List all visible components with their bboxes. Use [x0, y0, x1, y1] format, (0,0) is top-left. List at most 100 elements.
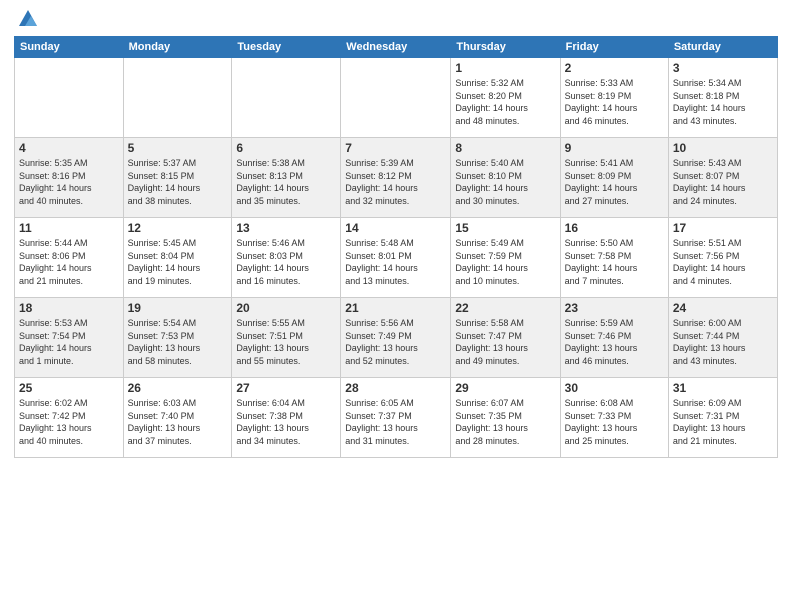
calendar-cell: 12 Sunrise: 5:45 AM Sunset: 8:04 PM Dayli… — [123, 218, 232, 298]
calendar-cell: 4 Sunrise: 5:35 AM Sunset: 8:16 PM Daylig… — [15, 138, 124, 218]
calendar-cell: 6 Sunrise: 5:38 AM Sunset: 8:13 PM Daylig… — [232, 138, 341, 218]
calendar-header-row: SundayMondayTuesdayWednesdayThursdayFrid… — [15, 37, 778, 58]
day-info: Sunrise: 5:56 AM Sunset: 7:49 PM Dayligh… — [345, 317, 446, 367]
day-number: 30 — [565, 381, 664, 395]
day-info: Sunrise: 6:09 AM Sunset: 7:31 PM Dayligh… — [673, 397, 773, 447]
calendar-day-header: Saturday — [668, 37, 777, 58]
calendar-cell: 9 Sunrise: 5:41 AM Sunset: 8:09 PM Daylig… — [560, 138, 668, 218]
day-number: 2 — [565, 61, 664, 75]
calendar-week-row: 18 Sunrise: 5:53 AM Sunset: 7:54 PM Dayli… — [15, 298, 778, 378]
calendar-cell: 17Sunrise: 5:51 AM Sunset: 7:56 PM Dayli… — [668, 218, 777, 298]
day-info: Sunrise: 5:48 AM Sunset: 8:01 PM Dayligh… — [345, 237, 446, 287]
day-info: Sunrise: 5:35 AM Sunset: 8:16 PM Dayligh… — [19, 157, 119, 207]
calendar-cell: 13 Sunrise: 5:46 AM Sunset: 8:03 PM Dayli… — [232, 218, 341, 298]
calendar-week-row: 11 Sunrise: 5:44 AM Sunset: 8:06 PM Dayli… — [15, 218, 778, 298]
calendar-cell: 24 Sunrise: 6:00 AM Sunset: 7:44 PM Dayli… — [668, 298, 777, 378]
day-number: 22 — [455, 301, 555, 315]
day-info: Sunrise: 6:05 AM Sunset: 7:37 PM Dayligh… — [345, 397, 446, 447]
day-number: 7 — [345, 141, 446, 155]
page-container: SundayMondayTuesdayWednesdayThursdayFrid… — [0, 0, 792, 612]
day-number: 3 — [673, 61, 773, 75]
day-number: 24 — [673, 301, 773, 315]
day-info: Sunrise: 5:58 AM Sunset: 7:47 PM Dayligh… — [455, 317, 555, 367]
calendar-day-header: Monday — [123, 37, 232, 58]
day-info: Sunrise: 5:33 AM Sunset: 8:19 PM Dayligh… — [565, 77, 664, 127]
day-number: 4 — [19, 141, 119, 155]
calendar-day-header: Sunday — [15, 37, 124, 58]
calendar-cell: 26 Sunrise: 6:03 AM Sunset: 7:40 PM Dayli… — [123, 378, 232, 458]
day-number: 14 — [345, 221, 446, 235]
day-number: 17 — [673, 221, 773, 235]
calendar-cell: 18 Sunrise: 5:53 AM Sunset: 7:54 PM Dayli… — [15, 298, 124, 378]
day-info: Sunrise: 5:41 AM Sunset: 8:09 PM Dayligh… — [565, 157, 664, 207]
calendar-cell: 27 Sunrise: 6:04 AM Sunset: 7:38 PM Dayli… — [232, 378, 341, 458]
day-number: 23 — [565, 301, 664, 315]
day-info: Sunrise: 5:50 AM Sunset: 7:58 PM Dayligh… — [565, 237, 664, 287]
day-info: Sunrise: 6:08 AM Sunset: 7:33 PM Dayligh… — [565, 397, 664, 447]
day-number: 18 — [19, 301, 119, 315]
day-info: Sunrise: 6:00 AM Sunset: 7:44 PM Dayligh… — [673, 317, 773, 367]
calendar-day-header: Wednesday — [341, 37, 451, 58]
day-info: Sunrise: 6:07 AM Sunset: 7:35 PM Dayligh… — [455, 397, 555, 447]
day-number: 12 — [128, 221, 228, 235]
calendar-cell: 20 Sunrise: 5:55 AM Sunset: 7:51 PM Dayli… — [232, 298, 341, 378]
day-info: Sunrise: 5:44 AM Sunset: 8:06 PM Dayligh… — [19, 237, 119, 287]
day-number: 15 — [455, 221, 555, 235]
day-number: 27 — [236, 381, 336, 395]
calendar-cell: 28Sunrise: 6:05 AM Sunset: 7:37 PM Dayli… — [341, 378, 451, 458]
calendar-cell: 5Sunrise: 5:37 AM Sunset: 8:15 PM Daylig… — [123, 138, 232, 218]
day-info: Sunrise: 5:45 AM Sunset: 8:04 PM Dayligh… — [128, 237, 228, 287]
day-info: Sunrise: 5:39 AM Sunset: 8:12 PM Dayligh… — [345, 157, 446, 207]
day-info: Sunrise: 5:46 AM Sunset: 8:03 PM Dayligh… — [236, 237, 336, 287]
calendar-week-row: 25 Sunrise: 6:02 AM Sunset: 7:42 PM Dayli… — [15, 378, 778, 458]
calendar-day-header: Thursday — [451, 37, 560, 58]
day-number: 20 — [236, 301, 336, 315]
calendar-table: SundayMondayTuesdayWednesdayThursdayFrid… — [14, 36, 778, 458]
calendar-cell: 10Sunrise: 5:43 AM Sunset: 8:07 PM Dayli… — [668, 138, 777, 218]
calendar-cell: 8Sunrise: 5:40 AM Sunset: 8:10 PM Daylig… — [451, 138, 560, 218]
calendar-cell — [232, 58, 341, 138]
calendar-cell: 19 Sunrise: 5:54 AM Sunset: 7:53 PM Dayli… — [123, 298, 232, 378]
calendar-cell: 11 Sunrise: 5:44 AM Sunset: 8:06 PM Dayli… — [15, 218, 124, 298]
day-number: 29 — [455, 381, 555, 395]
logo-icon — [17, 8, 39, 30]
calendar-cell: 29 Sunrise: 6:07 AM Sunset: 7:35 PM Dayli… — [451, 378, 560, 458]
day-number: 9 — [565, 141, 664, 155]
day-info: Sunrise: 5:55 AM Sunset: 7:51 PM Dayligh… — [236, 317, 336, 367]
day-number: 6 — [236, 141, 336, 155]
day-info: Sunrise: 6:03 AM Sunset: 7:40 PM Dayligh… — [128, 397, 228, 447]
day-number: 21 — [345, 301, 446, 315]
day-info: Sunrise: 6:02 AM Sunset: 7:42 PM Dayligh… — [19, 397, 119, 447]
calendar-cell: 1 Sunrise: 5:32 AM Sunset: 8:20 PM Daylig… — [451, 58, 560, 138]
calendar-cell: 16 Sunrise: 5:50 AM Sunset: 7:58 PM Dayli… — [560, 218, 668, 298]
day-info: Sunrise: 5:43 AM Sunset: 8:07 PM Dayligh… — [673, 157, 773, 207]
day-number: 31 — [673, 381, 773, 395]
logo — [14, 10, 39, 30]
calendar-cell: 22 Sunrise: 5:58 AM Sunset: 7:47 PM Dayli… — [451, 298, 560, 378]
calendar-cell: 25 Sunrise: 6:02 AM Sunset: 7:42 PM Dayli… — [15, 378, 124, 458]
day-number: 11 — [19, 221, 119, 235]
day-info: Sunrise: 5:53 AM Sunset: 7:54 PM Dayligh… — [19, 317, 119, 367]
day-info: Sunrise: 5:54 AM Sunset: 7:53 PM Dayligh… — [128, 317, 228, 367]
day-number: 19 — [128, 301, 228, 315]
day-info: Sunrise: 5:34 AM Sunset: 8:18 PM Dayligh… — [673, 77, 773, 127]
day-number: 25 — [19, 381, 119, 395]
calendar-cell: 21 Sunrise: 5:56 AM Sunset: 7:49 PM Dayli… — [341, 298, 451, 378]
day-info: Sunrise: 5:32 AM Sunset: 8:20 PM Dayligh… — [455, 77, 555, 127]
day-number: 16 — [565, 221, 664, 235]
day-info: Sunrise: 5:38 AM Sunset: 8:13 PM Dayligh… — [236, 157, 336, 207]
calendar-cell: 7 Sunrise: 5:39 AM Sunset: 8:12 PM Daylig… — [341, 138, 451, 218]
day-info: Sunrise: 6:04 AM Sunset: 7:38 PM Dayligh… — [236, 397, 336, 447]
calendar-cell: 23Sunrise: 5:59 AM Sunset: 7:46 PM Dayli… — [560, 298, 668, 378]
calendar-cell: 2 Sunrise: 5:33 AM Sunset: 8:19 PM Daylig… — [560, 58, 668, 138]
calendar-cell: 14 Sunrise: 5:48 AM Sunset: 8:01 PM Dayli… — [341, 218, 451, 298]
calendar-day-header: Friday — [560, 37, 668, 58]
day-number: 26 — [128, 381, 228, 395]
calendar-cell — [123, 58, 232, 138]
day-number: 13 — [236, 221, 336, 235]
day-info: Sunrise: 5:49 AM Sunset: 7:59 PM Dayligh… — [455, 237, 555, 287]
calendar-cell — [341, 58, 451, 138]
calendar-week-row: 1 Sunrise: 5:32 AM Sunset: 8:20 PM Daylig… — [15, 58, 778, 138]
day-number: 8 — [455, 141, 555, 155]
day-number: 1 — [455, 61, 555, 75]
